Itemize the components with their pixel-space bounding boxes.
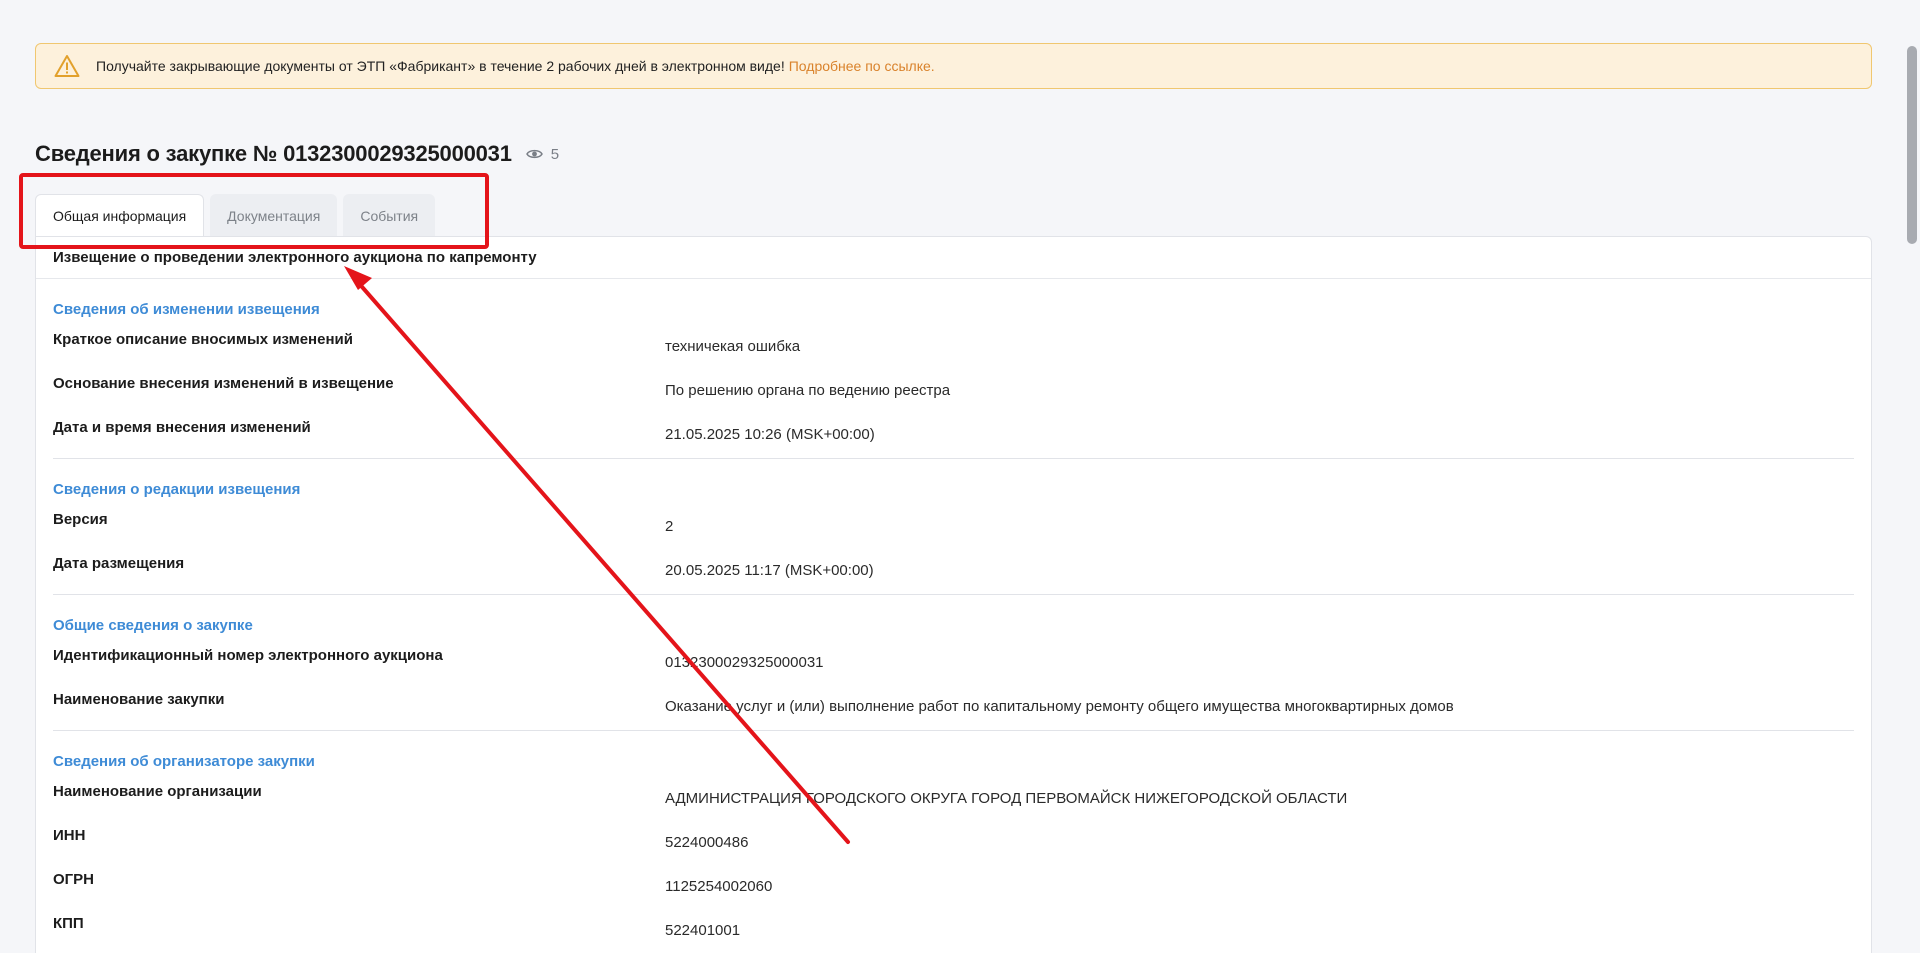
tab-general-info[interactable]: Общая информация bbox=[35, 194, 205, 237]
title-row: Сведения о закупке № 0132300029325000031… bbox=[35, 141, 559, 167]
row-value: По решению органа по ведению реестра bbox=[665, 382, 951, 399]
content-heading: Извещение о проведении электронного аукц… bbox=[36, 237, 1871, 279]
tabs: Общая информация Документация События bbox=[35, 194, 441, 237]
tab-label: Общая информация bbox=[53, 208, 187, 224]
info-row: Версия 2 bbox=[53, 500, 1854, 544]
tab-label: Документация bbox=[227, 207, 321, 224]
views-counter: 5 bbox=[525, 145, 560, 163]
row-value: 522401001 bbox=[665, 922, 741, 939]
notice-link[interactable]: Подробнее по ссылке. bbox=[789, 58, 935, 74]
info-row: ИНН 5224000486 bbox=[53, 816, 1854, 860]
row-value: 0132300029325000031 bbox=[665, 654, 824, 671]
info-row: ОГРН 1125254002060 bbox=[53, 860, 1854, 904]
section-revision-info: Сведения о редакции извещения Версия 2 Д… bbox=[53, 459, 1854, 595]
section-title: Сведения о редакции извещения bbox=[53, 481, 301, 498]
row-label: Краткое описание вносимых изменений bbox=[53, 331, 353, 348]
notice-text: Получайте закрывающие документы от ЭТП «… bbox=[96, 58, 785, 74]
info-row: Наименование закупки Оказание услуг и (и… bbox=[53, 680, 1854, 724]
row-label: Основание внесения изменений в извещение bbox=[53, 375, 394, 392]
row-value: 1125254002060 bbox=[665, 878, 773, 895]
info-row: Наименование организации АДМИНИСТРАЦИЯ Г… bbox=[53, 772, 1854, 816]
tab-events[interactable]: События bbox=[343, 194, 436, 237]
vertical-scrollbar[interactable] bbox=[1903, 0, 1920, 953]
row-label: Идентификационный номер электронного аук… bbox=[53, 647, 443, 664]
content-panel: Извещение о проведении электронного аукц… bbox=[35, 236, 1872, 953]
views-count: 5 bbox=[550, 145, 560, 163]
eye-icon bbox=[525, 149, 543, 159]
row-value: 20.05.2025 11:17 (MSK+00:00) bbox=[665, 562, 874, 579]
row-value: АДМИНИСТРАЦИЯ ГОРОДСКОГО ОКРУГА ГОРОД ПЕ… bbox=[665, 790, 1348, 807]
row-label: ИНН bbox=[53, 827, 86, 844]
section-title: Сведения об изменении извещения bbox=[53, 301, 320, 318]
info-row: Идентификационный номер электронного аук… bbox=[53, 636, 1854, 680]
page-title: Сведения о закупке № 0132300029325000031 bbox=[35, 141, 512, 166]
row-label: Дата и время внесения изменений bbox=[53, 419, 311, 436]
row-label: Дата размещения bbox=[53, 555, 185, 572]
info-row: Дата размещения 20.05.2025 11:17 (MSK+00… bbox=[53, 544, 1854, 588]
row-label: Наименование закупки bbox=[53, 691, 225, 708]
scrollbar-thumb[interactable] bbox=[1907, 46, 1917, 244]
row-value: техничекая ошибка bbox=[665, 338, 801, 355]
info-row: Дата и время внесения изменений 21.05.20… bbox=[53, 408, 1854, 452]
row-label: Наименование организации bbox=[53, 783, 262, 800]
section-title: Сведения об организаторе закупки bbox=[53, 753, 315, 770]
row-value: 2 bbox=[665, 518, 674, 535]
section-change-info: Сведения об изменении извещения Краткое … bbox=[53, 279, 1854, 459]
row-label: ОГРН bbox=[53, 871, 95, 888]
row-label: КПП bbox=[53, 915, 84, 932]
warning-icon bbox=[54, 55, 80, 77]
page: Получайте закрывающие документы от ЭТП «… bbox=[0, 0, 1920, 953]
section-organizer-info: Сведения об организаторе закупки Наимено… bbox=[53, 731, 1854, 953]
notice-banner: Получайте закрывающие документы от ЭТП «… bbox=[35, 43, 1872, 89]
section-general-info: Общие сведения о закупке Идентификационн… bbox=[53, 595, 1854, 731]
section-title: Общие сведения о закупке bbox=[53, 617, 253, 634]
row-label: Версия bbox=[53, 511, 108, 528]
info-row: Краткое описание вносимых изменений техн… bbox=[53, 320, 1854, 364]
row-value: 5224000486 bbox=[665, 834, 749, 851]
info-row: КПП 522401001 bbox=[53, 904, 1854, 948]
tab-label: События bbox=[360, 207, 419, 224]
tab-documentation[interactable]: Документация bbox=[210, 194, 338, 237]
row-value: Оказание услуг и (или) выполнение работ … bbox=[665, 698, 1454, 715]
row-value: 21.05.2025 10:26 (MSK+00:00) bbox=[665, 426, 875, 443]
info-row: Основание внесения изменений в извещение… bbox=[53, 364, 1854, 408]
